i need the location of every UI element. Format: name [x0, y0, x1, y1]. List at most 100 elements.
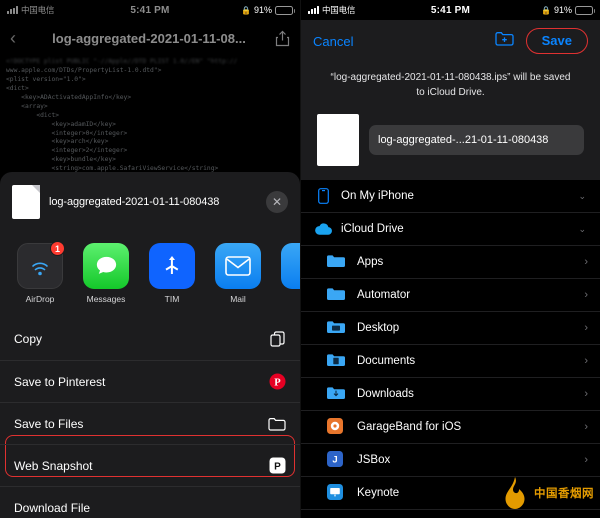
file-name-row: log-aggregated-...21-01-11-080438	[301, 110, 600, 180]
action-label: Web Snapshot	[14, 458, 93, 473]
share-app-label: Messages	[86, 294, 126, 304]
action-item-web-snapshot[interactable]: Web Snapshot P	[0, 444, 300, 486]
screenshot-root: 中国电信 5:41 PM 🔒 91% ‹ log-aggregated-2021…	[0, 0, 600, 518]
share-app-airdrop[interactable]: 1 AirDrop	[14, 241, 66, 304]
share-app-row: 1 AirDrop Messages TIM Mail	[0, 231, 300, 318]
chevron-down-icon[interactable]: ⌄	[578, 224, 586, 235]
chevron-right-icon: ›	[584, 289, 588, 301]
folder-documents-icon	[327, 353, 347, 370]
folder-row-documents[interactable]: Documents ›	[301, 345, 600, 378]
status-bar-right-group: 🔒 91%	[241, 5, 295, 15]
lock-icon: 🔒	[541, 5, 551, 15]
save-button[interactable]: Save	[536, 30, 578, 51]
keynote-icon	[327, 483, 347, 503]
action-label: Save to Pinterest	[14, 374, 106, 389]
battery-percent-label: 91%	[253, 5, 272, 15]
file-name-input[interactable]: log-aggregated-...21-01-11-080438	[369, 125, 584, 155]
garageband-icon	[327, 417, 347, 437]
location-icloud-drive[interactable]: iCloud Drive ⌄	[301, 213, 600, 246]
share-app-mail[interactable]: Mail	[212, 243, 264, 304]
battery-icon	[275, 5, 295, 15]
chevron-right-icon: ›	[584, 256, 588, 268]
cancel-button[interactable]: Cancel	[313, 34, 353, 49]
folder-label: JSBox	[357, 454, 391, 466]
folder-row-automator[interactable]: Automator ›	[301, 279, 600, 312]
nav-right-actions: Save	[494, 28, 588, 54]
action-item-save-to-files[interactable]: Save to Files	[0, 402, 300, 444]
action-label: Download File	[14, 500, 91, 515]
battery-percent-label: 91%	[553, 5, 572, 15]
share-app-label: Mail	[230, 294, 246, 304]
save-subtitle: “log-aggregated-2021-01-11-080438.ips” w…	[301, 62, 600, 110]
share-app-more[interactable]: W	[278, 243, 300, 304]
location-on-my-iphone[interactable]: On My iPhone ⌄	[301, 180, 600, 213]
share-action-list: Copy Save to Pinterest P Save to Files W…	[0, 318, 300, 518]
folder-icon	[264, 417, 286, 431]
folder-row-garageband[interactable]: GarageBand for iOS ›	[301, 411, 600, 444]
action-label: Save to Files	[14, 416, 84, 431]
chevron-down-icon[interactable]: ⌄	[578, 191, 586, 202]
new-folder-icon[interactable]	[494, 31, 514, 51]
folder-row-jsbox[interactable]: J JSBox ›	[301, 444, 600, 477]
chevron-right-icon: ›	[584, 388, 588, 400]
location-list: On My iPhone ⌄ iCloud Drive ⌄ Apps › Aut…	[301, 180, 600, 518]
action-label: Copy	[14, 332, 43, 346]
document-icon	[12, 185, 40, 219]
folder-downloads-icon	[327, 386, 347, 403]
watermark-label: 中国香烟网	[534, 488, 594, 500]
action-item-download-file[interactable]: Download File	[0, 486, 300, 518]
share-app-label: AirDrop	[25, 294, 55, 304]
file-thumbnail	[317, 114, 359, 166]
files-picker-nav-bar: Cancel Save	[301, 20, 600, 62]
pinterest-icon: P	[264, 373, 286, 390]
snapshot-icon: P	[264, 457, 286, 474]
copy-icon	[264, 331, 286, 347]
folder-blue-icon	[327, 287, 347, 304]
chevron-right-icon: ›	[584, 421, 588, 433]
folder-label: Apps	[357, 256, 384, 268]
tim-icon	[149, 243, 195, 289]
folder-row-mindnode[interactable]: MindNode ›	[301, 510, 600, 518]
svg-text:J: J	[332, 454, 337, 465]
chevron-right-icon: ›	[584, 322, 588, 334]
share-sheet-header: log-aggregated-2021-01-11-080438 ✕	[0, 172, 300, 231]
folder-desktop-icon	[327, 320, 347, 337]
status-bar-right-group: 🔒 91%	[541, 5, 595, 15]
jsbox-icon: J	[327, 450, 347, 470]
folder-row-apps[interactable]: Apps ›	[301, 246, 600, 279]
folder-label: Downloads	[357, 388, 414, 400]
watermark: 中国香烟网	[500, 476, 594, 510]
close-icon[interactable]: ✕	[266, 191, 288, 213]
location-label: iCloud Drive	[341, 223, 404, 235]
share-sheet: log-aggregated-2021-01-11-080438 ✕ 1 Air…	[0, 172, 300, 518]
action-item-copy[interactable]: Copy	[0, 318, 300, 360]
left-pane: 中国电信 5:41 PM 🔒 91% ‹ log-aggregated-2021…	[0, 0, 300, 518]
flame-icon	[500, 476, 530, 510]
folder-label: Desktop	[357, 322, 400, 334]
airdrop-badge: 1	[50, 241, 65, 256]
folder-label: GarageBand for iOS	[357, 421, 462, 433]
share-file-name: log-aggregated-2021-01-11-080438	[49, 196, 220, 208]
icloud-icon	[315, 222, 332, 236]
airdrop-icon: 1	[17, 241, 65, 289]
share-app-label: TIM	[164, 294, 180, 304]
share-app-tim[interactable]: TIM	[146, 243, 198, 304]
folder-row-downloads[interactable]: Downloads ›	[301, 378, 600, 411]
right-pane: 中国电信 5:41 PM 🔒 91% Cancel Save “log-aggr…	[300, 0, 600, 518]
iphone-icon	[315, 188, 332, 204]
dim-overlay	[0, 0, 300, 172]
folder-row-desktop[interactable]: Desktop ›	[301, 312, 600, 345]
svg-text:P: P	[274, 377, 281, 388]
battery-icon	[575, 5, 595, 15]
folder-label: Automator	[357, 289, 411, 301]
messages-icon	[83, 243, 129, 289]
folder-blue-icon	[327, 254, 347, 271]
folder-label: Documents	[357, 355, 416, 367]
svg-text:P: P	[274, 461, 281, 472]
share-app-messages[interactable]: Messages	[80, 243, 132, 304]
lock-icon: 🔒	[241, 5, 251, 15]
wechat-icon	[281, 243, 300, 289]
status-bar-right: 中国电信 5:41 PM 🔒 91%	[301, 0, 600, 20]
action-item-save-to-pinterest[interactable]: Save to Pinterest P	[0, 360, 300, 402]
chevron-right-icon: ›	[584, 454, 588, 466]
